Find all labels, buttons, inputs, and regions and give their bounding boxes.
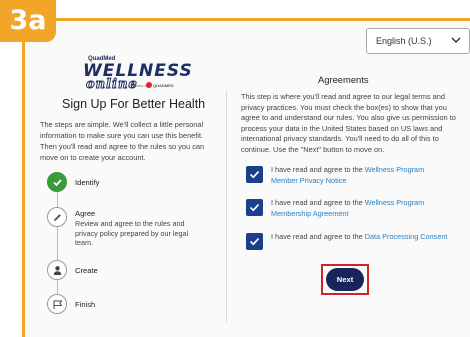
data-processing-link[interactable]: Data Processing Consent — [365, 232, 448, 241]
steps-connector — [57, 186, 58, 304]
agreement-text: I have read and agree to the Wellness Pr… — [271, 165, 451, 186]
agreement-prefix: I have read and agree to the — [271, 198, 365, 207]
next-button[interactable]: Next — [326, 268, 364, 291]
language-select-value: English (U.S.) — [376, 36, 432, 46]
agreement-text: I have read and agree to the Wellness Pr… — [271, 198, 451, 219]
step-finish-circle — [47, 294, 67, 314]
agreement-item: I have read and agree to the Data Proces… — [246, 232, 456, 258]
check-icon — [249, 171, 260, 179]
agreements-intro: This step is where you'll read and agree… — [241, 92, 456, 154]
step-create-circle — [47, 260, 67, 280]
step-agree-label: Agree — [75, 209, 96, 218]
step-finish-label: Finish — [75, 300, 96, 309]
agreement-item: I have read and agree to the Wellness Pr… — [246, 198, 456, 224]
step-identify-label: Identify — [75, 178, 100, 187]
agreement-text: I have read and agree to the Data Proces… — [271, 232, 451, 243]
column-divider — [226, 90, 227, 322]
step-identify-circle — [47, 172, 67, 192]
check-icon — [249, 204, 260, 212]
data-processing-checkbox[interactable] — [246, 233, 263, 250]
check-icon — [53, 179, 62, 187]
step-agree-circle — [47, 207, 67, 227]
logo-brand: QUADMED — [153, 83, 174, 88]
step-agree-description: Review and agree to the rules and privac… — [75, 219, 189, 247]
flag-icon — [53, 300, 63, 309]
wellness-online-logo: QuadMed WELLNESS online powered by QUADM… — [80, 56, 192, 96]
agreement-prefix: I have read and agree to the — [271, 165, 365, 174]
agreement-item: I have read and agree to the Wellness Pr… — [246, 165, 456, 191]
person-icon — [53, 266, 62, 275]
page-title: Sign Up For Better Health — [62, 97, 206, 111]
agreements-title: Agreements — [318, 74, 369, 85]
membership-agreement-checkbox[interactable] — [246, 199, 263, 216]
agreement-prefix: I have read and agree to the — [271, 232, 365, 241]
check-icon — [249, 238, 260, 246]
language-select[interactable]: English (U.S.) — [366, 28, 470, 54]
pencil-icon — [54, 214, 61, 221]
step-badge: 3a — [0, 0, 56, 42]
step-create-label: Create — [75, 266, 98, 275]
logo-brand-dot-icon — [146, 82, 152, 88]
intro-text: The steps are simple. We'll collect a li… — [40, 120, 205, 162]
privacy-notice-checkbox[interactable] — [246, 166, 263, 183]
chevron-down-icon — [451, 37, 461, 43]
